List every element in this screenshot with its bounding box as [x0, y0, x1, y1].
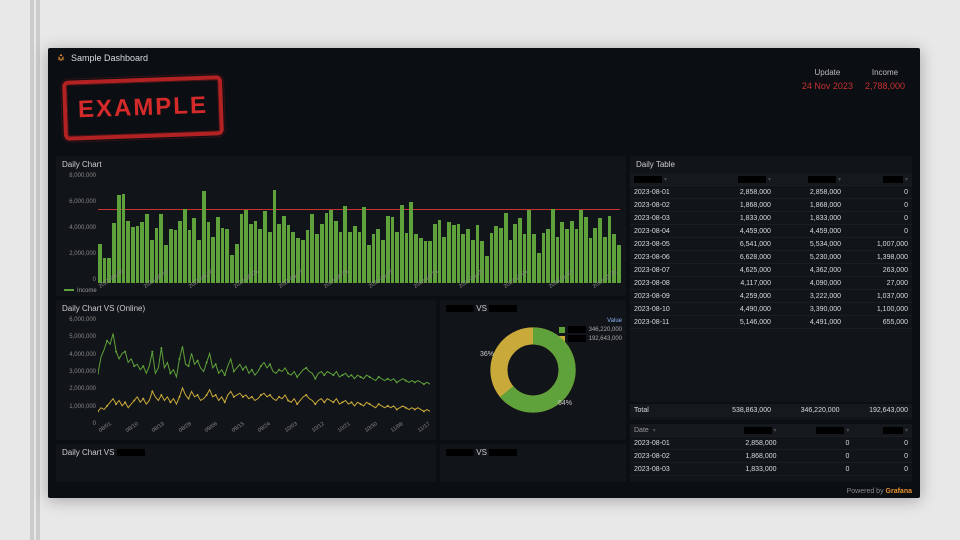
panel-daily-table[interactable]: Daily Table ▾▾▾▾ 2023-08-012,858,0002,85…	[630, 156, 912, 402]
panel-title: Daily Chart VS	[56, 444, 436, 461]
dashboard-frame: Sample Dashboard EXAMPLE Update 24 Nov 2…	[48, 48, 920, 498]
donut-chart: 36% 64%	[488, 325, 578, 415]
table-row[interactable]: 2023-08-044,459,0004,459,0000	[630, 225, 912, 238]
kpi-income-label: Income	[865, 68, 905, 77]
panel-total-row: Total538,863,000346,220,000192,643,000	[630, 404, 912, 420]
table-row[interactable]: 2023-08-021,868,00000	[630, 450, 912, 463]
table2: Date ▾▾▾▾ 2023-08-012,858,000002023-08-0…	[630, 424, 912, 476]
kpi-income-value: 2,788,000	[865, 81, 905, 91]
x-axis: 08/0108/1008/1908/2809/0609/1509/2410/03…	[98, 429, 430, 441]
bar-series	[98, 175, 620, 283]
panel-title: VS	[440, 300, 626, 317]
kpi-update-label: Update	[802, 68, 853, 77]
panel-daily-bar[interactable]: Daily Chart 8,000,0006,000,0004,000,0002…	[56, 156, 626, 296]
legend: Income	[64, 288, 97, 294]
table-row[interactable]: 2023-08-094,259,0003,222,0001,037,000	[630, 290, 912, 303]
table-row[interactable]: 2023-08-056,541,0005,534,0001,007,000	[630, 238, 912, 251]
table-row[interactable]: 2023-08-031,833,0001,833,0000	[630, 212, 912, 225]
panel-daily-line[interactable]: Daily Chart VS (Online) 6,000,0005,000,0…	[56, 300, 436, 440]
panel-daily-bar2[interactable]: Daily Chart VS	[56, 444, 436, 482]
page-title: Sample Dashboard	[71, 53, 148, 63]
grafana-wordmark: Grafana	[886, 488, 912, 495]
panel-title: Daily Chart	[56, 156, 626, 173]
table-row[interactable]: 2023-08-031,833,00000	[630, 463, 912, 476]
table-row[interactable]: 2023-08-074,625,0004,362,000263,000	[630, 264, 912, 277]
donut-pct-b: 36%	[480, 351, 494, 358]
table-row[interactable]: 2023-08-021,868,0001,868,0000	[630, 199, 912, 212]
daily-table: ▾▾▾▾ 2023-08-012,858,0002,858,00002023-0…	[630, 173, 912, 329]
line-plot	[98, 319, 430, 428]
example-stamp: EXAMPLE	[62, 75, 224, 141]
panel-title: VS	[440, 444, 626, 461]
grafana-icon	[56, 53, 66, 63]
donut-pct-a: 64%	[558, 400, 572, 407]
filter-icon[interactable]: ▾	[653, 428, 656, 434]
table-row[interactable]: 2023-08-104,490,0003,390,0001,100,000	[630, 303, 912, 316]
panel-donut[interactable]: VS Value 346,220,000 192,643,000 36% 64%	[440, 300, 626, 440]
table-row[interactable]: 2023-08-066,628,0005,230,0001,398,000	[630, 251, 912, 264]
table-row[interactable]: 2023-08-012,858,00000	[630, 437, 912, 450]
panel-table2[interactable]: Date ▾▾▾▾ 2023-08-012,858,000002023-08-0…	[630, 424, 912, 482]
table-row[interactable]: 2023-08-012,858,0002,858,0000	[630, 186, 912, 199]
footer: Powered by Grafana	[847, 488, 912, 495]
panel-vs2[interactable]: VS	[440, 444, 626, 482]
table-row[interactable]: 2023-08-084,117,0004,090,00027,000	[630, 277, 912, 290]
x-axis: 2023-08-062023-08-162023-08-262023-09-05…	[98, 285, 620, 297]
table-row[interactable]: 2023-08-115,146,0004,491,000655,000	[630, 316, 912, 329]
panel-title: Daily Chart VS (Online)	[56, 300, 436, 317]
y-axis: 6,000,0005,000,0004,000,0003,000,0002,00…	[58, 317, 96, 427]
titlebar: Sample Dashboard	[48, 48, 920, 68]
y-axis: 8,000,0006,000,0004,000,0002,000,0000	[58, 173, 96, 283]
kpi-block: Update 24 Nov 2023 Income 2,788,000	[802, 68, 905, 91]
kpi-update-value: 24 Nov 2023	[802, 81, 853, 91]
filter-icon[interactable]: ▾	[664, 177, 667, 183]
panel-title: Daily Table	[630, 156, 912, 173]
